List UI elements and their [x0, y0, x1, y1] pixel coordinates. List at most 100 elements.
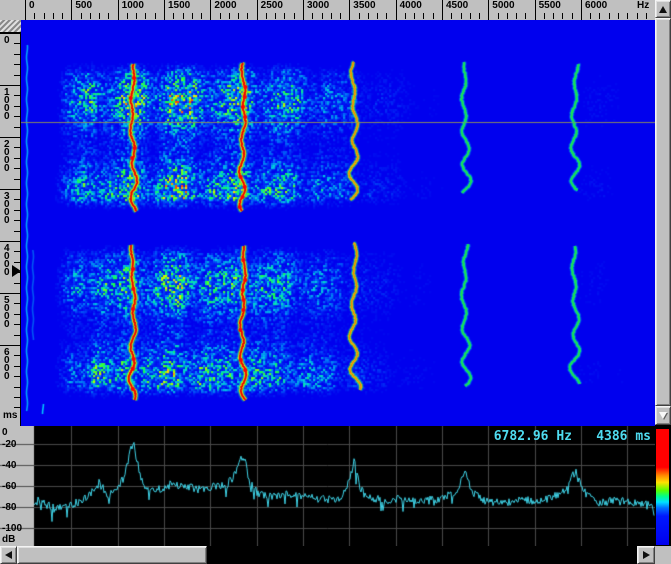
time-tick-label: 5 0 0 0	[4, 297, 10, 329]
minor-tick	[247, 13, 248, 19]
major-tick	[0, 137, 21, 138]
minor-tick	[14, 283, 21, 284]
minor-tick	[14, 231, 21, 232]
freq-tick-label: 2500	[261, 1, 283, 11]
minor-tick	[294, 13, 295, 19]
scroll-up-button[interactable]	[655, 0, 671, 18]
scroll-down-button[interactable]	[655, 406, 671, 425]
time-position-marker[interactable]	[12, 265, 21, 277]
minor-tick	[553, 13, 554, 19]
frequency-ruler: Hz 0500100015002000250030003500400045005…	[21, 0, 655, 21]
freq-tick-label: 5000	[492, 1, 514, 11]
major-tick	[257, 0, 258, 20]
minor-tick	[544, 13, 545, 19]
minor-tick	[368, 13, 369, 19]
major-tick	[442, 0, 443, 20]
major-tick	[0, 189, 21, 190]
minor-tick	[386, 13, 387, 19]
minor-tick	[275, 13, 276, 19]
db-tick-label: -100	[2, 523, 22, 534]
major-tick	[164, 0, 165, 20]
minor-tick	[14, 158, 21, 159]
freq-tick-label: 3500	[353, 1, 375, 11]
minor-tick	[646, 13, 647, 19]
minor-tick	[14, 95, 21, 96]
scroll-left-button[interactable]	[0, 546, 17, 564]
freq-tick-label: 4500	[446, 1, 468, 11]
time-tick-label: 2 0 0 0	[4, 141, 10, 173]
minor-tick	[599, 13, 600, 19]
minor-tick	[516, 13, 517, 19]
frequency-readout: 6782.96 Hz	[480, 429, 572, 444]
spectrum-panel: 6782.96 Hz 4386 ms dB 0-20-40-60-80-100	[0, 426, 655, 546]
minor-tick	[618, 13, 619, 19]
minor-tick	[220, 13, 221, 19]
freq-tick-label: 500	[75, 1, 92, 11]
minor-tick	[461, 13, 462, 19]
minor-tick	[14, 106, 21, 107]
minor-tick	[173, 13, 174, 19]
minor-tick	[609, 13, 610, 19]
minor-tick	[479, 13, 480, 19]
minor-tick	[62, 13, 63, 19]
minor-tick	[507, 13, 508, 19]
spectrogram-canvas[interactable]	[21, 20, 655, 426]
minor-tick	[238, 13, 239, 19]
minor-tick	[284, 13, 285, 19]
minor-tick	[627, 13, 628, 19]
minor-tick	[340, 13, 341, 19]
time-tick-label: 3 0 0 0	[4, 193, 10, 225]
minor-tick	[498, 13, 499, 19]
minor-tick	[34, 13, 35, 19]
minor-tick	[14, 116, 21, 117]
minor-tick	[14, 397, 21, 398]
minor-tick	[192, 13, 193, 19]
horizontal-scroll-thumb[interactable]	[17, 546, 207, 564]
horizontal-scrollbar[interactable]	[0, 546, 655, 564]
time-tick-label: 1 0 0 0	[4, 89, 10, 121]
arrow-right-icon	[643, 551, 650, 559]
minor-tick	[14, 335, 21, 336]
minor-tick	[127, 13, 128, 19]
ruler-corner-box	[0, 0, 22, 21]
minor-tick	[433, 13, 434, 19]
minor-tick	[108, 13, 109, 19]
freq-tick-label: 5500	[539, 1, 561, 11]
minor-tick	[14, 303, 21, 304]
minor-tick	[145, 13, 146, 19]
hz-unit-label: Hz	[637, 1, 649, 11]
minor-tick	[637, 13, 638, 19]
time-tick-label: 4 0 0 0	[4, 245, 10, 277]
minor-tick	[136, 13, 137, 19]
minor-tick	[562, 13, 563, 19]
minor-tick	[81, 13, 82, 19]
major-tick	[303, 0, 304, 20]
minor-tick	[14, 387, 21, 388]
db-tick-label: 0	[2, 427, 8, 438]
minor-tick	[590, 13, 591, 19]
major-tick	[0, 345, 21, 346]
db-tick-label: -60	[2, 481, 16, 492]
minor-tick	[470, 13, 471, 19]
app-window: Hz 0500100015002000250030003500400045005…	[0, 0, 671, 564]
minor-tick	[451, 13, 452, 19]
freq-tick-label: 2000	[214, 1, 236, 11]
major-tick	[25, 0, 26, 20]
major-tick	[581, 0, 582, 20]
time-ruler: ms 01 0 0 02 0 0 03 0 0 04 0 0 05 0 0 06…	[0, 20, 21, 426]
vertical-scrollbar[interactable]	[655, 0, 671, 425]
arrow-down-icon	[659, 412, 667, 419]
time-tick-label: 6 0 0 0	[4, 349, 10, 381]
minor-tick	[155, 13, 156, 19]
minor-tick	[14, 251, 21, 252]
vertical-scroll-thumb[interactable]	[655, 18, 671, 406]
minor-tick	[14, 199, 21, 200]
minor-tick	[14, 407, 21, 408]
major-tick	[0, 241, 21, 242]
minor-tick	[405, 13, 406, 19]
major-tick	[71, 0, 72, 20]
minor-tick	[14, 262, 21, 263]
ruler-hatch-region	[0, 20, 21, 33]
scroll-right-button[interactable]	[637, 546, 655, 564]
freq-tick-label: 1000	[122, 1, 144, 11]
